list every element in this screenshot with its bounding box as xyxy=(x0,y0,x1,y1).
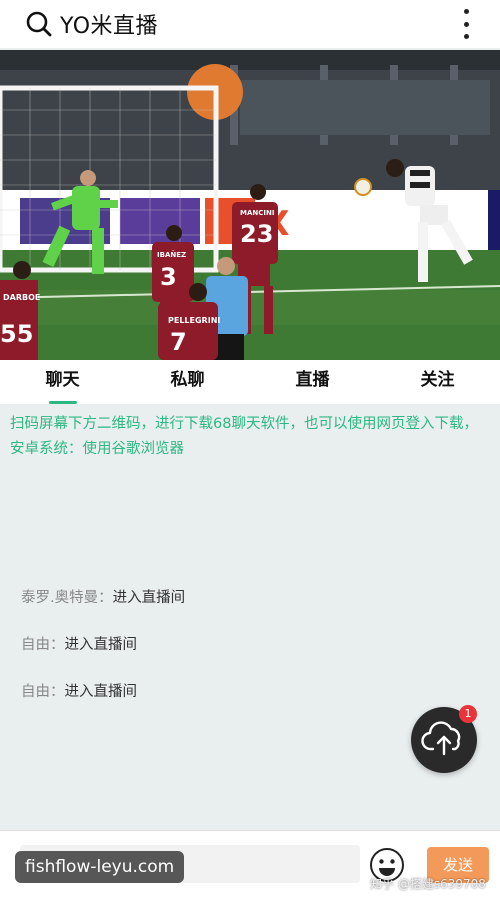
more-menu-icon[interactable] xyxy=(462,9,470,39)
tab-live[interactable]: 直播 xyxy=(250,360,375,404)
message-separator: ： xyxy=(50,637,65,653)
message-user[interactable]: 自由 xyxy=(21,684,50,700)
notification-badge: 1 xyxy=(459,705,477,723)
chat-message: 自由：进入直播间 xyxy=(21,633,137,654)
message-separator: ： xyxy=(50,684,65,700)
watermark-author: 知乎 @搭建s639708 xyxy=(370,877,486,891)
message-separator: ： xyxy=(98,590,113,606)
chat-message: 自由：进入直播间 xyxy=(21,680,137,701)
tab-chat[interactable]: 聊天 xyxy=(0,360,125,404)
tab-private-chat[interactable]: 私聊 xyxy=(125,360,250,404)
top-bar: YO米直播 xyxy=(0,0,500,48)
message-input-bar: fishflow-leyu.com 发送 知乎 @搭建s639708 xyxy=(0,830,500,905)
app-title: YO米直播 xyxy=(60,14,159,39)
jersey-name: DARBOE xyxy=(3,293,40,302)
message-user[interactable]: 自由 xyxy=(21,637,50,653)
tab-follow[interactable]: 关注 xyxy=(375,360,500,404)
message-text: 进入直播间 xyxy=(64,637,138,653)
jersey-name: PELLEGRINI xyxy=(168,316,220,325)
download-notice: 扫码屏幕下方二维码，进行下载68聊天软件，也可以使用网页登入下载，安卓系统：使用… xyxy=(10,416,478,457)
jersey-name: MANCINI xyxy=(240,209,274,217)
watermark-site: fishflow-leyu.com xyxy=(15,851,185,883)
jersey-number: 7 xyxy=(170,328,187,356)
message-text: 进入直播间 xyxy=(112,590,186,606)
search-icon[interactable] xyxy=(25,10,53,38)
jersey-number: 55 xyxy=(0,320,33,348)
jersey-number: 23 xyxy=(240,220,273,248)
jersey-number: 3 xyxy=(160,263,177,291)
message-user[interactable]: 泰罗.奥特曼 xyxy=(21,590,98,606)
jersey-name: IBAÑEZ xyxy=(157,250,186,259)
live-stream-thumbnail[interactable]: FX xyxy=(0,50,500,360)
chat-message: 泰罗.奥特曼：进入直播间 xyxy=(21,586,185,607)
message-text: 进入直播间 xyxy=(64,684,138,700)
tab-bar: 聊天 私聊 直播 关注 xyxy=(0,360,500,404)
